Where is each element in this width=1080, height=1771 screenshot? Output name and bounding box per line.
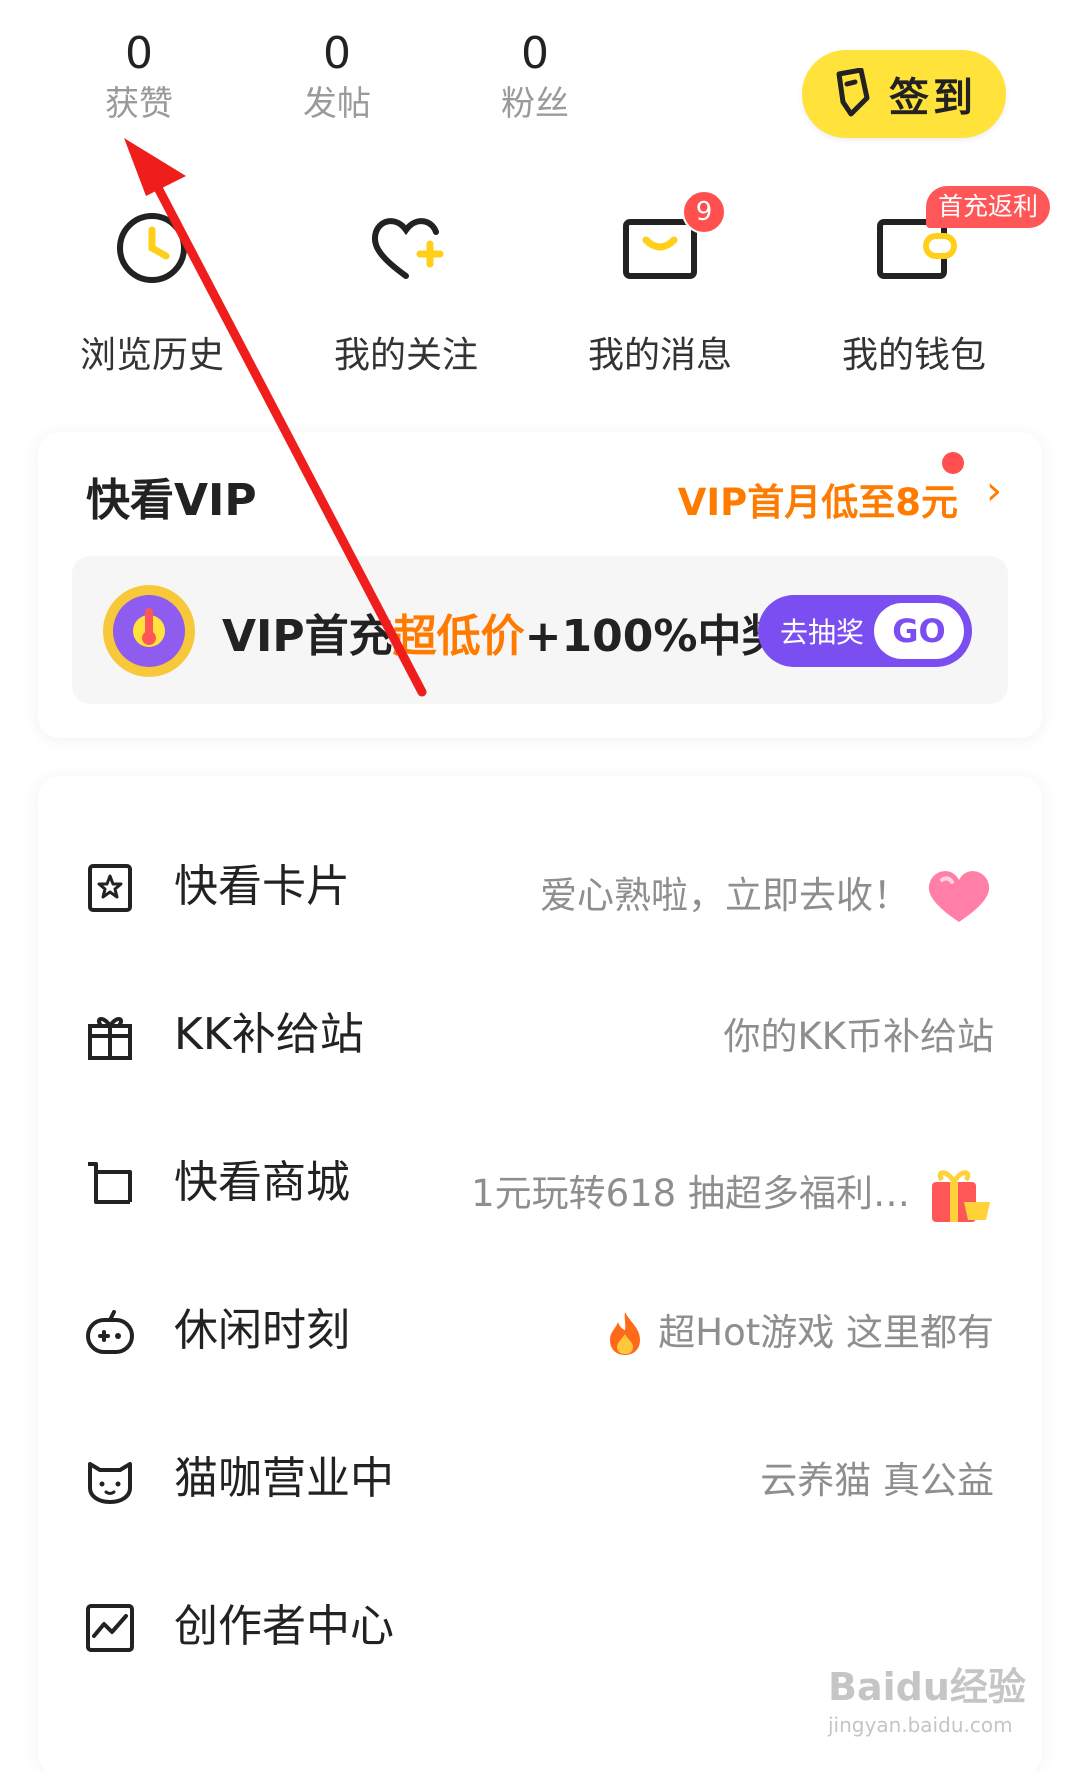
menu-item-supply-subtitle-text: 你的KK币补给站 — [723, 1015, 994, 1058]
stats-row: 0 获赞 0 发帖 0 粉丝 — [40, 28, 634, 126]
menu-item-cat-cafe-title: 猫咖营业中 — [174, 1453, 394, 1504]
quick-entry-history-label: 浏览历史 — [79, 335, 224, 376]
lottery-button-label: 去抽奖 — [780, 616, 865, 649]
checkin-button[interactable]: 签到 — [802, 50, 1006, 138]
stat-fans-label: 粉丝 — [501, 84, 569, 124]
wallet-promo-badge: 首充返利 — [925, 186, 1050, 228]
stat-likes[interactable]: 0 获赞 — [40, 28, 238, 126]
stat-posts-count: 0 — [323, 28, 351, 79]
watermark-logo: Baidu经验 — [828, 1665, 1026, 1709]
menu-item-supply-subtitle: 你的KK币补给站 — [723, 1014, 994, 1060]
stat-fans[interactable]: 0 粉丝 — [436, 28, 634, 126]
quick-entry-messages-label: 我的消息 — [587, 335, 732, 376]
gift-icon — [932, 1170, 990, 1222]
menu-item-cards-subtitle-text: 爱心熟啦，立即去收！ — [540, 874, 910, 917]
stat-fans-count: 0 — [521, 28, 549, 79]
history-clock-icon — [117, 213, 187, 283]
menu-item-supply[interactable]: KK补给站 你的KK币补给站 — [38, 974, 1042, 1094]
sign-in-icon — [836, 68, 870, 117]
stat-posts-label: 发帖 — [303, 84, 371, 124]
quick-entry-follow-label: 我的关注 — [333, 335, 478, 376]
menu-item-games[interactable]: 休闲时刻 超Hot游戏 这里都有 — [38, 1270, 1042, 1390]
card-star-icon — [88, 864, 132, 912]
menu-list: 快看卡片 爱心熟啦，立即去收！ KK补给站 你的KK币补给站 快看商城 1元玩转… — [38, 776, 1042, 1771]
quick-entry-follow[interactable]: 我的关注 — [279, 200, 533, 380]
quick-entry-wallet[interactable]: 首充返利 我的钱包 — [787, 186, 1050, 380]
gift-box-icon — [88, 1017, 132, 1060]
stat-likes-count: 0 — [125, 28, 153, 79]
lottery-go-button[interactable]: 去抽奖 GO — [758, 595, 972, 667]
baidu-watermark: Baidu经验 jingyan.baidu.com — [828, 1656, 1026, 1737]
message-box-wrapper: 9 — [612, 190, 726, 296]
chevron-right-icon: › — [986, 468, 1002, 514]
watermark-url: jingyan.baidu.com — [828, 1713, 1013, 1737]
heart-icon — [928, 871, 990, 922]
chart-line-icon — [86, 1604, 134, 1652]
menu-item-mall-title: 快看商城 — [174, 1157, 350, 1208]
vip-lottery-banner[interactable]: VIP首充超低价+100%中奖 去抽奖 GO — [72, 556, 1008, 704]
quick-entry-history[interactable]: 浏览历史 — [25, 200, 279, 380]
menu-item-supply-title: KK补给站 — [174, 1009, 364, 1060]
menu-item-mall-subtitle-text: 1元玩转618 抽超多福利… — [471, 1172, 910, 1215]
menu-item-cat-cafe-subtitle: 云养猫 真公益 — [760, 1458, 994, 1504]
heart-plus-icon — [371, 218, 444, 279]
menu-item-cards-title: 快看卡片 — [174, 861, 350, 912]
vip-banner-text-2: +100%中奖 — [524, 611, 786, 662]
quick-entry-wallet-label: 我的钱包 — [841, 335, 986, 376]
wallet-wrapper: 首充返利 — [866, 186, 1050, 296]
vip-notice-dot — [942, 452, 964, 474]
menu-item-games-subtitle: 超Hot游戏 这里都有 — [606, 1310, 994, 1356]
fire-icon — [610, 1312, 641, 1355]
menu-item-cat-cafe-subtitle-text: 云养猫 真公益 — [760, 1459, 994, 1502]
menu-item-games-subtitle-text: 超Hot游戏 这里都有 — [658, 1311, 994, 1354]
go-pill: GO — [874, 603, 964, 659]
message-count-badge: 9 — [682, 190, 726, 234]
menu-item-mall-subtitle: 1元玩转618 抽超多福利… — [471, 1162, 994, 1226]
checkin-label: 签到 — [889, 75, 977, 121]
vip-banner-highlight: 超低价 — [392, 611, 525, 662]
vip-banner-text: VIP首充超低价+100%中奖 — [222, 600, 785, 664]
menu-item-cards-subtitle: 爱心熟啦，立即去收！ — [540, 866, 994, 926]
menu-item-creator-title: 创作者中心 — [174, 1601, 394, 1652]
vip-promo-link[interactable]: VIP首月低至8元 — [678, 472, 958, 526]
stat-posts[interactable]: 0 发帖 — [238, 28, 436, 126]
quick-entry-messages[interactable]: 9 我的消息 — [533, 190, 787, 380]
lottery-wheel-icon — [103, 585, 195, 677]
menu-item-games-title: 休闲时刻 — [174, 1305, 350, 1356]
vip-title: 快看VIP — [86, 475, 257, 526]
cat-icon — [88, 1462, 132, 1504]
stat-likes-label: 获赞 — [105, 84, 173, 124]
menu-item-mall[interactable]: 快看商城 1元玩转618 抽超多福利… — [38, 1122, 1042, 1242]
vip-card[interactable]: 快看VIP VIP首月低至8元 › VIP首充超低价+100%中奖 去抽奖 GO — [38, 432, 1042, 738]
quick-entries: 浏览历史 我的关注 9 我的消息 首充返利 我的钱包 — [25, 186, 1050, 380]
menu-item-cards[interactable]: 快看卡片 爱心熟啦，立即去收！ — [38, 826, 1042, 946]
shopping-cart-icon — [88, 1162, 132, 1204]
game-controller-icon — [86, 1310, 134, 1354]
menu-item-cat-cafe[interactable]: 猫咖营业中 云养猫 真公益 — [38, 1418, 1042, 1538]
vip-banner-text-1: VIP首充 — [222, 611, 393, 662]
